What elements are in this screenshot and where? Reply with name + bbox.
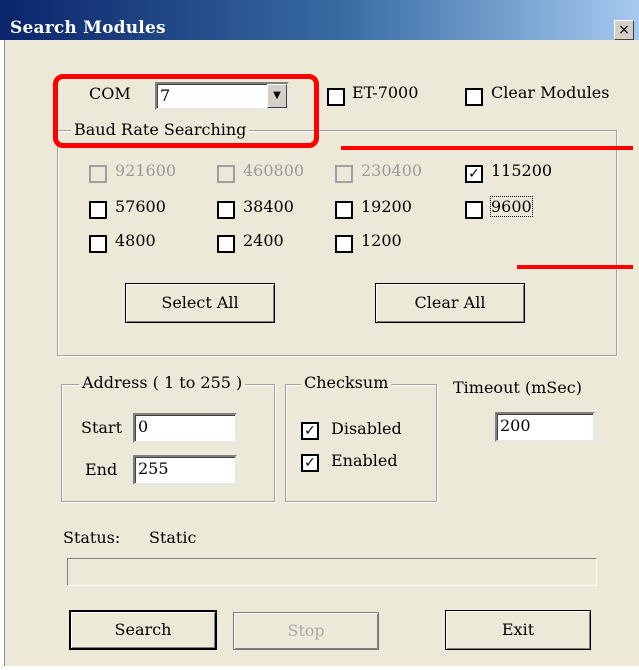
baud-9600-label: 9600 xyxy=(490,196,533,217)
annotation-line-top xyxy=(341,146,633,150)
end-address-input[interactable]: 255 xyxy=(133,455,237,485)
baud-9600-checkbox[interactable] xyxy=(465,201,483,219)
checksum-group-label: Checksum xyxy=(301,373,392,392)
baud-921600-label: 921600 xyxy=(115,161,177,180)
start-address-input[interactable]: 0 xyxy=(133,413,237,443)
baud-921600-checkbox xyxy=(89,165,107,183)
baud-4800-checkbox[interactable] xyxy=(89,235,107,253)
close-icon[interactable]: × xyxy=(614,20,634,40)
checksum-enabled-label: Enabled xyxy=(331,451,398,470)
clear-modules-label: Clear Modules xyxy=(491,83,610,102)
checksum-disabled-label: Disabled xyxy=(331,419,402,438)
search-progress-bar xyxy=(67,558,597,586)
address-group-label: Address ( 1 to 255 ) xyxy=(79,373,246,392)
status-value: Static xyxy=(149,528,197,547)
et7000-checkbox[interactable] xyxy=(327,88,345,106)
end-label: End xyxy=(85,460,118,479)
baud-19200-label: 19200 xyxy=(361,197,412,216)
window-title: Search Modules xyxy=(10,18,166,38)
checksum-group xyxy=(285,384,437,502)
baud-2400-checkbox[interactable] xyxy=(217,235,235,253)
checksum-enabled-checkbox[interactable]: ✓ xyxy=(301,454,319,472)
dialog-body: COM 7 ▼ ET-7000 Clear Modules Baud Rate … xyxy=(4,40,639,666)
baud-2400-label: 2400 xyxy=(243,231,284,250)
com-highlight-box xyxy=(53,74,319,148)
baud-230400-checkbox xyxy=(335,165,353,183)
baud-115200-label: 115200 xyxy=(491,161,553,180)
baud-1200-checkbox[interactable] xyxy=(335,235,353,253)
baud-230400-label: 230400 xyxy=(361,161,423,180)
baud-115200-checkbox[interactable]: ✓ xyxy=(465,165,483,183)
start-label: Start xyxy=(81,418,123,437)
et7000-label: ET-7000 xyxy=(352,83,419,102)
annotation-line-bottom xyxy=(517,265,633,269)
search-button[interactable]: Search xyxy=(69,610,217,650)
baud-57600-label: 57600 xyxy=(115,197,166,216)
clear-modules-checkbox[interactable] xyxy=(465,88,483,106)
baud-38400-label: 38400 xyxy=(243,197,294,216)
baud-4800-label: 4800 xyxy=(115,231,156,250)
baud-460800-checkbox xyxy=(217,165,235,183)
exit-button[interactable]: Exit xyxy=(445,610,591,650)
title-bar[interactable]: Search Modules × xyxy=(0,0,639,40)
baud-460800-label: 460800 xyxy=(243,161,305,180)
select-all-button[interactable]: Select All xyxy=(125,283,275,323)
baud-1200-label: 1200 xyxy=(361,231,402,250)
timeout-input[interactable]: 200 xyxy=(495,412,595,442)
baud-38400-checkbox[interactable] xyxy=(217,201,235,219)
clear-all-button[interactable]: Clear All xyxy=(375,283,525,323)
checksum-disabled-checkbox[interactable]: ✓ xyxy=(301,422,319,440)
baud-19200-checkbox[interactable] xyxy=(335,201,353,219)
timeout-label: Timeout (mSec) xyxy=(453,378,582,397)
stop-button[interactable]: Stop xyxy=(233,612,379,650)
status-label: Status: xyxy=(63,528,121,547)
baud-57600-checkbox[interactable] xyxy=(89,201,107,219)
